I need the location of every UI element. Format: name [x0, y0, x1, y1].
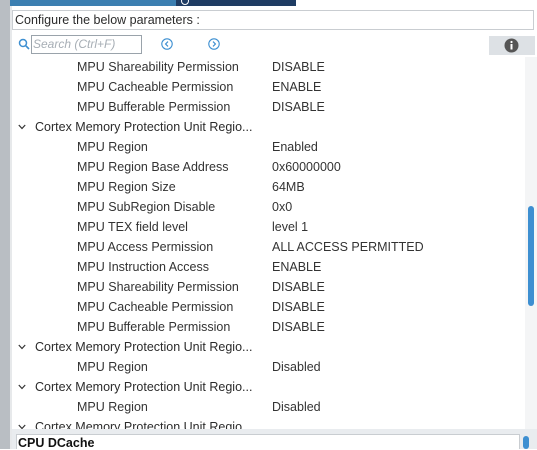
parameter-row[interactable]: MPU Region Enabled [12, 137, 525, 157]
parameter-row[interactable]: MPU Region Base Address 0x60000000 [12, 157, 525, 177]
parameter-name: MPU Region [77, 140, 148, 154]
search-toolbar: Search (Ctrl+F) [12, 33, 537, 57]
parameter-row[interactable]: MPU TEX field level level 1 [12, 217, 525, 237]
parameter-name: MPU Instruction Access [77, 260, 209, 274]
group-label: Cortex Memory Protection Unit Regio... [35, 340, 253, 354]
parameter-value[interactable]: ENABLE [272, 257, 321, 277]
parameter-name: MPU Cacheable Permission [77, 80, 234, 94]
search-icon [18, 38, 30, 53]
parameter-name: MPU Region [77, 360, 148, 374]
parameter-value[interactable]: DISABLE [272, 57, 325, 77]
parameter-row[interactable]: MPU Region Disabled [12, 357, 525, 377]
tab-bar [0, 0, 537, 6]
description-panel: CPU DCache [12, 429, 537, 450]
parameter-value[interactable]: 0x0 [272, 197, 292, 217]
info-icon [504, 38, 519, 53]
tree-group[interactable]: Cortex Memory Protection Unit Regio... [12, 337, 525, 357]
parameter-value[interactable]: DISABLE [272, 317, 325, 337]
info-button[interactable] [489, 36, 535, 55]
parameter-row[interactable]: MPU Cacheable Permission ENABLE [12, 77, 525, 97]
parameter-row[interactable]: MPU Region Disabled [12, 397, 525, 417]
circle-chevron-right-icon[interactable] [208, 38, 220, 50]
parameter-row[interactable]: MPU Shareability Permission DISABLE [12, 277, 525, 297]
parameter-name: MPU SubRegion Disable [77, 200, 216, 214]
parameter-row[interactable]: MPU Bufferable Permission DISABLE [12, 317, 525, 337]
tree-group[interactable]: Cortex Memory Protection Unit Regio... [12, 417, 525, 429]
parameter-name: MPU Region [77, 400, 148, 414]
tab-user-constants[interactable] [176, 0, 296, 6]
parameter-row[interactable]: MPU Cacheable Permission DISABLE [12, 297, 525, 317]
parameter-tree: MPU Shareability Permission DISABLE MPU Ca… [12, 57, 525, 429]
parameter-value[interactable]: DISABLE [272, 297, 325, 317]
parameter-value[interactable]: Enabled [272, 137, 318, 157]
parameter-value[interactable]: ALL ACCESS PERMITTED [272, 237, 424, 257]
group-label: Cortex Memory Protection Unit Regio... [35, 380, 253, 394]
chevron-down-icon[interactable] [18, 383, 26, 391]
parameter-name: MPU Shareability Permission [77, 60, 239, 74]
search-input[interactable]: Search (Ctrl+F) [31, 35, 142, 54]
chevron-down-icon[interactable] [18, 343, 26, 351]
scrollbar-thumb[interactable] [528, 206, 534, 306]
chevron-down-icon[interactable] [18, 123, 26, 131]
vertical-scrollbar[interactable] [525, 57, 537, 429]
parameter-value[interactable]: 64MB [272, 177, 305, 197]
tab-parameter-settings[interactable] [0, 0, 176, 6]
parameter-name: MPU TEX field level [77, 220, 188, 234]
parameter-name: MPU Access Permission [77, 240, 214, 254]
parameter-row[interactable]: MPU Access Permission ALL ACCESS PERMITTE… [12, 237, 525, 257]
tree-group[interactable]: Cortex Memory Protection Unit Regio... [12, 377, 525, 397]
parameter-row[interactable]: MPU Bufferable Permission DISABLE [12, 97, 525, 117]
parameter-name: MPU Bufferable Permission [77, 320, 231, 334]
parameter-value[interactable]: ENABLE [272, 77, 321, 97]
parameter-name: MPU Cacheable Permission [77, 300, 234, 314]
description-title: CPU DCache [18, 436, 95, 450]
parameter-row[interactable]: MPU SubRegion Disable 0x0 [12, 197, 525, 217]
parameter-value[interactable]: Disabled [272, 357, 321, 377]
parameter-value[interactable]: DISABLE [272, 97, 325, 117]
parameter-value[interactable]: Disabled [272, 397, 321, 417]
parameter-row[interactable]: MPU Instruction Access ENABLE [12, 257, 525, 277]
group-label: Cortex Memory Protection Unit Regio... [35, 420, 253, 429]
parameter-row[interactable]: MPU Region Size 64MB [12, 177, 525, 197]
left-panel-edge [0, 0, 10, 449]
parameter-value[interactable]: DISABLE [272, 277, 325, 297]
parameter-name: MPU Region Size [77, 180, 176, 194]
parameter-name: MPU Region Base Address [77, 160, 229, 174]
circle-chevron-left-icon[interactable] [161, 38, 173, 50]
parameter-value[interactable]: level 1 [272, 217, 308, 237]
parameter-value[interactable]: 0x60000000 [272, 157, 341, 177]
tree-group[interactable]: Cortex Memory Protection Unit Regio... [12, 117, 525, 137]
description-scrollbar[interactable] [523, 436, 529, 449]
parameter-name: MPU Bufferable Permission [77, 100, 231, 114]
parameter-name: MPU Shareability Permission [77, 280, 239, 294]
configure-header: Configure the below parameters : [12, 10, 534, 30]
parameter-row[interactable]: MPU Shareability Permission DISABLE [12, 57, 525, 77]
group-label: Cortex Memory Protection Unit Regio... [35, 120, 253, 134]
